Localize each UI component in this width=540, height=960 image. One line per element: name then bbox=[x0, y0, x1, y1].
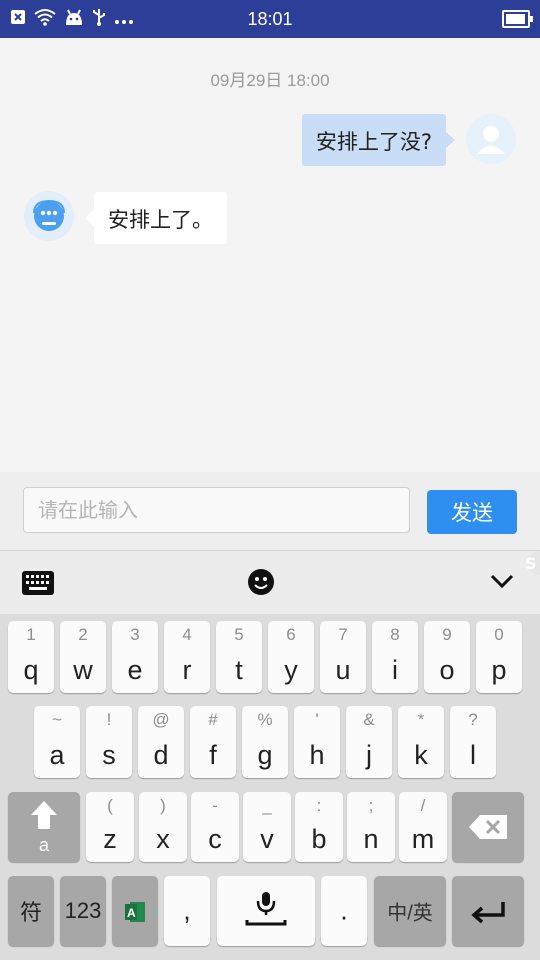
key-t[interactable]: 5t bbox=[216, 621, 262, 693]
chevron-down-icon[interactable] bbox=[490, 573, 514, 593]
space-voice-key[interactable] bbox=[217, 876, 315, 946]
key-j[interactable]: & j bbox=[346, 706, 392, 778]
key-e[interactable]: 3e bbox=[112, 621, 158, 693]
key-y[interactable]: 6y bbox=[268, 621, 314, 693]
key-m[interactable]: / m bbox=[399, 792, 447, 862]
enter-icon bbox=[470, 900, 506, 928]
send-button[interactable]: 发送 bbox=[427, 490, 517, 534]
svg-text:S: S bbox=[525, 554, 537, 573]
numbers-key[interactable]: 123 bbox=[60, 876, 106, 946]
key-d[interactable]: @ d bbox=[138, 706, 184, 778]
language-switch-key[interactable]: 中/英 bbox=[374, 876, 446, 946]
sogou-logo-icon: S bbox=[516, 551, 540, 575]
status-bar: 18:01 bbox=[0, 0, 540, 38]
key-a[interactable]: ~ a bbox=[34, 706, 80, 778]
comma-key[interactable]: , bbox=[164, 876, 210, 946]
key-b[interactable]: :b bbox=[295, 792, 343, 862]
chat-area[interactable]: 09月29日 18:00 安排上了没? 安排上了。 bbox=[0, 38, 540, 472]
key-f[interactable]: # f bbox=[190, 706, 236, 778]
key-p[interactable]: 0p bbox=[476, 621, 522, 693]
composer-bar: 发送 bbox=[0, 472, 540, 550]
excel-app-icon: A bbox=[124, 900, 146, 928]
key-c[interactable]: -c bbox=[191, 792, 239, 862]
status-time: 18:01 bbox=[247, 9, 293, 29]
key-u[interactable]: 7u bbox=[320, 621, 366, 693]
soft-keyboard: 1q 2w 3e 4r 5t 6y 7u 8i 9o 0p ~ a ! s @ d #… bbox=[0, 614, 540, 960]
key-i[interactable]: 8i bbox=[372, 621, 418, 693]
key-n[interactable]: ; n bbox=[347, 792, 395, 862]
key-l[interactable]: ? l bbox=[450, 706, 496, 778]
bot-message-bubble[interactable]: 安排上了。 bbox=[85, 192, 227, 244]
key-z[interactable]: (z bbox=[86, 792, 134, 862]
user-message-bubble[interactable]: 安排上了没? bbox=[301, 114, 456, 166]
message-input[interactable] bbox=[23, 487, 410, 533]
keyboard-icon[interactable] bbox=[22, 571, 54, 599]
excel-app-key[interactable]: A bbox=[112, 876, 158, 946]
message-timestamp: 09月29日 18:00 bbox=[210, 71, 330, 90]
key-q[interactable]: 1q bbox=[8, 621, 54, 693]
key-o[interactable]: 9o bbox=[424, 621, 470, 693]
key-k[interactable]: * k bbox=[398, 706, 444, 778]
shift-letter: a bbox=[38, 835, 49, 855]
key-x[interactable]: ) x bbox=[139, 792, 187, 862]
symbols-key[interactable]: 符 bbox=[8, 876, 54, 946]
enter-key[interactable] bbox=[452, 876, 524, 946]
shift-key[interactable]: a bbox=[8, 792, 80, 862]
backspace-icon bbox=[468, 814, 508, 844]
microphone-icon bbox=[245, 890, 287, 936]
shift-icon bbox=[30, 800, 58, 834]
svg-text:A: A bbox=[127, 906, 136, 920]
user-avatar[interactable] bbox=[466, 114, 516, 164]
emoji-icon[interactable] bbox=[247, 568, 275, 600]
key-s[interactable]: ! s bbox=[86, 706, 132, 778]
bot-avatar[interactable] bbox=[24, 191, 74, 241]
key-h[interactable]: ' h bbox=[294, 706, 340, 778]
key-r[interactable]: 4r bbox=[164, 621, 210, 693]
battery-icon bbox=[502, 10, 533, 28]
period-key[interactable]: . bbox=[321, 876, 367, 946]
ime-toolbar: S bbox=[0, 550, 540, 615]
key-g[interactable]: % g bbox=[242, 706, 288, 778]
key-v[interactable]: _ v bbox=[243, 792, 291, 862]
key-w[interactable]: 2w bbox=[60, 621, 106, 693]
backspace-key[interactable] bbox=[452, 792, 524, 862]
